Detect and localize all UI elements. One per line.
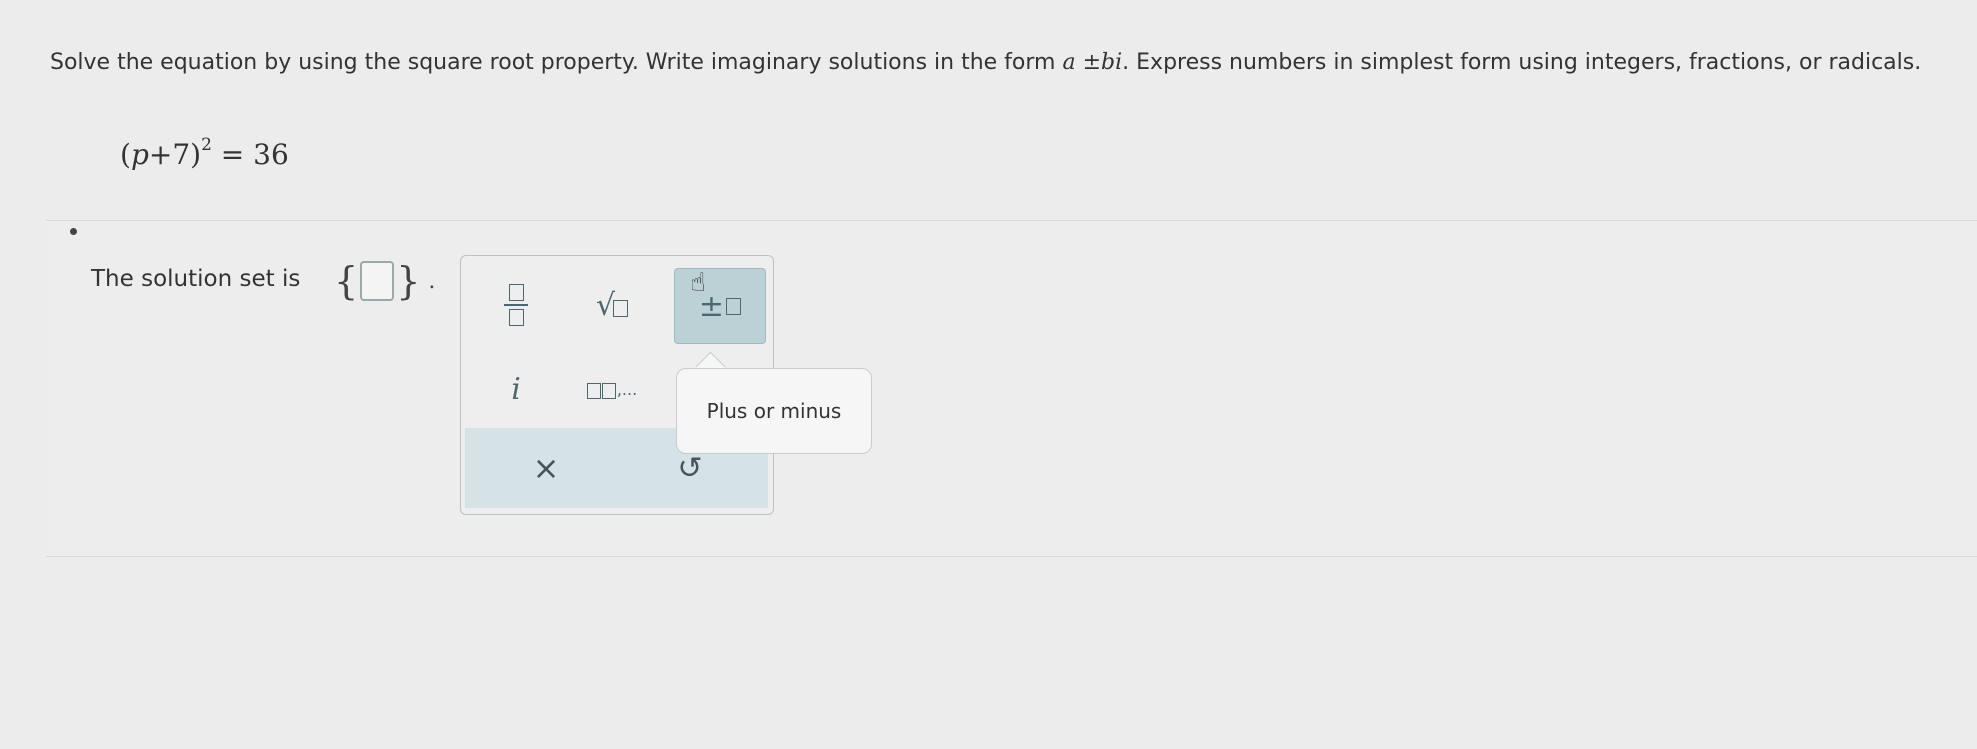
equation-exponent: 2 [201,134,212,155]
close-brace: } [396,259,421,303]
open-brace: { [334,259,359,303]
imaginary-form: a ±bi [1062,50,1123,75]
list-icon: ,... [586,380,637,399]
solution-set: { } . [334,256,435,306]
clear-button[interactable]: × [501,442,591,494]
instructions-text-start: Solve the equation by using the square r… [50,50,1063,75]
plus-minus-tooltip: Plus or minus [676,368,872,454]
equation-rhs: = 36 [211,138,289,171]
undo-icon: ↺ [677,450,703,486]
plus-minus-button[interactable]: ± [674,268,766,344]
imaginary-i-button[interactable]: i [471,352,561,426]
plus-minus-icon: ± [699,289,742,324]
list-button[interactable]: ,... [567,352,657,426]
imaginary-i-icon: i [511,371,521,407]
close-icon: × [532,449,560,487]
bullet-dot [70,228,77,235]
period: . [428,268,436,294]
square-root-button[interactable]: √ [567,268,657,342]
equation: (p+7)2 = 36 [120,134,289,171]
square-root-icon: √ [596,288,629,323]
solution-set-label: The solution set is [91,266,301,292]
fraction-button[interactable] [471,268,561,342]
question-instructions: Solve the equation by using the square r… [50,46,1955,79]
equation-constant: +7) [148,138,202,171]
instructions-text-end: . Express numbers in simplest form using… [1122,50,1922,75]
equation-variable: p [130,138,149,171]
answer-input-box[interactable] [360,261,395,301]
fraction-icon [504,284,528,326]
equation-open-paren: ( [120,138,131,171]
